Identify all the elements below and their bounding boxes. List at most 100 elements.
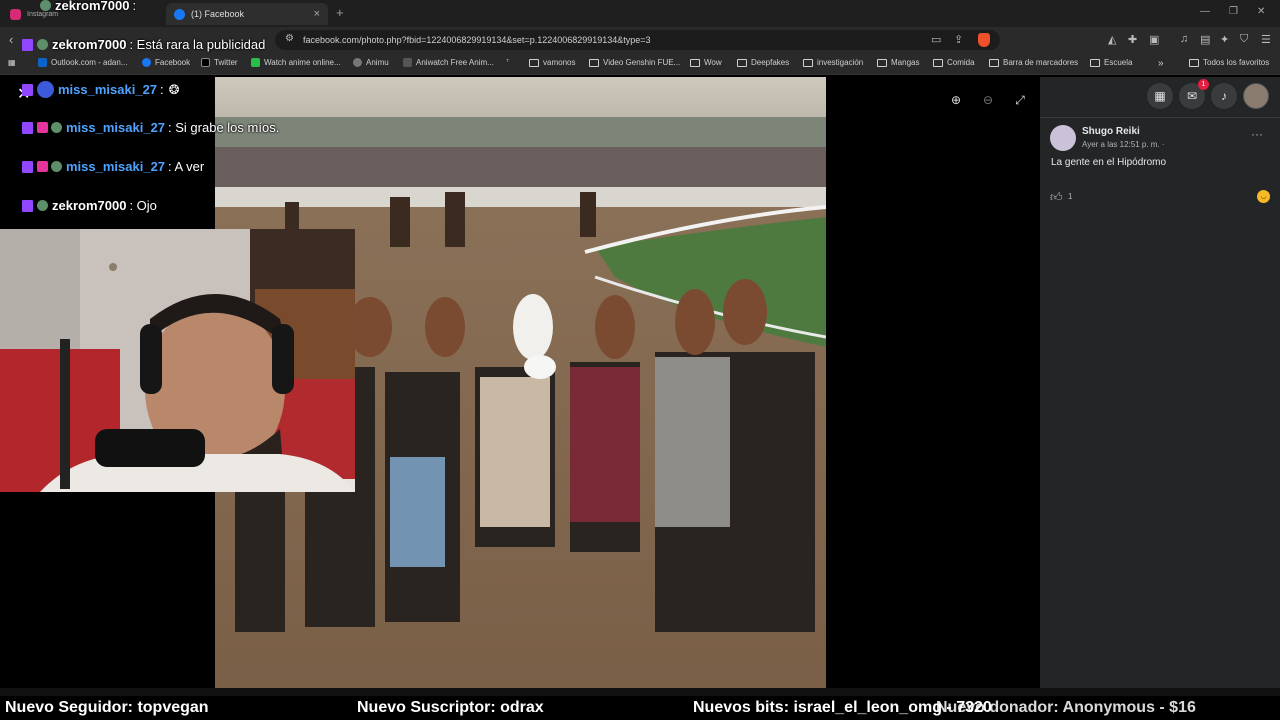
bookmark-wow[interactable]: Wow (690, 58, 722, 67)
folder-icon (589, 58, 599, 67)
bookmark-label: Comida (947, 58, 975, 67)
sidebar-icon[interactable]: ▣ (1149, 33, 1159, 46)
facebook-icon (174, 8, 185, 20)
rewards-icon[interactable]: ◭ (1108, 33, 1116, 46)
anime-site-icon (251, 58, 260, 67)
chat-badge-icon (40, 0, 51, 11)
chat-badge-icon (37, 200, 48, 211)
brave-shield-icon[interactable] (978, 33, 990, 47)
site-info-icon[interactable]: ⚙ (283, 33, 296, 46)
zoom-in-icon[interactable]: ⊕ (947, 91, 965, 109)
ticker-new-donor: Nuevo donador: Anonymous - $16 (936, 699, 1196, 716)
bookmark-label: Outlook.com - adan... (51, 58, 128, 67)
wallet-icon[interactable]: ▤ (1200, 33, 1210, 46)
bookmark-investigacion[interactable]: investigación (803, 58, 863, 67)
tab-facebook[interactable]: (1) Facebook × (166, 3, 328, 25)
more-bookmarks-button[interactable]: » (1158, 58, 1164, 69)
heart-badge-icon (37, 161, 48, 172)
bookmark-label: Aniwatch Free Anim... (416, 58, 494, 67)
like-icon[interactable]: 👍︎ (1050, 190, 1063, 205)
bookmark-label: Wow (704, 58, 722, 67)
bookmark-label: Watch anime online... (264, 58, 341, 67)
bookmark-label: investigación (817, 58, 864, 67)
bookmark-watch-anime[interactable]: Watch anime online... (251, 58, 341, 67)
chat-message: : A ver (168, 159, 205, 174)
vpn-icon[interactable]: ⛉ (1240, 33, 1248, 46)
maximize-icon[interactable]: ❐ (1229, 6, 1238, 17)
folder-icon (737, 58, 747, 67)
share-icon[interactable]: ⇪ (954, 33, 963, 46)
bookmark-vamonos[interactable]: vamonos (529, 58, 575, 67)
ticker-new-follower: Nuevo Seguidor: topvegan (5, 699, 209, 716)
bookmark-mangas[interactable]: Mangas (877, 58, 919, 67)
bookmark-escuela[interactable]: Escuela (1090, 58, 1132, 67)
folder-icon (933, 58, 943, 67)
notification-badge: 1 (1198, 79, 1209, 90)
chat-username: zekrom7000 (52, 198, 127, 213)
cast-icon[interactable]: ▭ (931, 33, 941, 46)
chat-badge-icon (37, 39, 48, 50)
more-options-icon[interactable]: ··· (1251, 127, 1263, 141)
folder-icon (690, 58, 700, 67)
bookmark-comida[interactable]: Comida (933, 58, 975, 67)
account-avatar[interactable] (1243, 83, 1269, 109)
chat-username: zekrom7000 (55, 0, 130, 13)
haha-reaction-icon[interactable]: ◡ (1257, 190, 1270, 203)
fullscreen-icon[interactable]: ⤢ (1011, 91, 1029, 109)
leo-icon[interactable]: ✦ (1220, 33, 1229, 46)
bookmark-unnamed[interactable]: ᐪ (506, 58, 509, 67)
folder-icon (877, 58, 887, 67)
heart-badge-icon (37, 122, 48, 133)
chat-message: : Si grabe los míos. (168, 120, 280, 135)
post-timestamp[interactable]: Ayer a las 12:51 p. m. · (1082, 140, 1165, 149)
post-author[interactable]: Shugo Reiki (1082, 126, 1140, 137)
bookmark-barra[interactable]: Barra de marcadores (989, 58, 1078, 67)
globe-icon (353, 58, 362, 67)
post-caption: La gente en el Hipódromo (1051, 157, 1167, 168)
aniwatch-icon (403, 58, 412, 67)
bookmark-twitter[interactable]: Twitter (201, 58, 238, 67)
streamer-webcam (0, 229, 355, 492)
extensions-icon[interactable]: ✚ (1128, 33, 1137, 46)
zoom-out-icon[interactable]: ⊖ (979, 91, 997, 109)
sidebar-divider (1040, 117, 1280, 118)
back-icon[interactable]: ‹ (9, 32, 13, 47)
minimize-icon[interactable]: — (1200, 6, 1210, 17)
apps-icon[interactable]: ▦ (8, 58, 16, 67)
menu-grid-icon[interactable]: ▦ (1147, 83, 1173, 109)
url-text[interactable]: facebook.com/photo.php?fbid=122400682991… (303, 35, 651, 45)
outlook-icon (38, 58, 47, 67)
pin-icon: ᐪ (506, 58, 510, 67)
bookmark-label: Facebook (155, 58, 191, 67)
bookmark-aniwatch[interactable]: Aniwatch Free Anim... (403, 58, 494, 67)
bookmark-label: Todos los favoritos (1203, 58, 1270, 67)
twitch-badge-icon (22, 83, 33, 96)
bookmark-animu[interactable]: Animu (353, 58, 389, 67)
taskbar-strip (0, 688, 1280, 696)
twitch-badge-icon (22, 199, 33, 212)
twitch-badge-icon (22, 160, 33, 173)
menu-icon[interactable]: ☰ (1261, 33, 1271, 46)
facebook-icon (142, 58, 151, 67)
bookmark-genshin[interactable]: Video Genshin FUE... (589, 58, 680, 67)
new-tab-button[interactable]: + (336, 5, 344, 20)
twitch-badge-icon (22, 38, 33, 51)
folder-icon (803, 58, 813, 67)
author-avatar[interactable] (1050, 125, 1076, 151)
close-tab-icon[interactable]: × (314, 8, 320, 20)
bookmark-outlook[interactable]: Outlook.com - adan... (38, 58, 127, 67)
screen: Instagram (1) Facebook × + — ❐ ✕ ‹ ⚙ fac… (0, 0, 1280, 720)
streamer-webcam-image (0, 229, 355, 492)
chat-line-partial: zekrom7000 : (40, 0, 136, 13)
bookmark-label: Escuela (1104, 58, 1133, 67)
chat-line: miss_misaki_27 : Si grabe los míos. (22, 120, 279, 135)
all-favorites-folder[interactable]: Todos los favoritos (1189, 58, 1269, 67)
bookmark-deepfakes[interactable]: Deepfakes (737, 58, 789, 67)
like-count[interactable]: 1 (1068, 192, 1072, 201)
music-icon[interactable]: ♫ (1180, 33, 1188, 45)
bookmark-facebook[interactable]: Facebook (142, 58, 190, 67)
bell-icon[interactable]: ♪ (1211, 83, 1237, 109)
chat-message: : Ojo (129, 198, 157, 213)
close-window-icon[interactable]: ✕ (1257, 6, 1265, 17)
chat-username: miss_misaki_27 (66, 159, 166, 174)
